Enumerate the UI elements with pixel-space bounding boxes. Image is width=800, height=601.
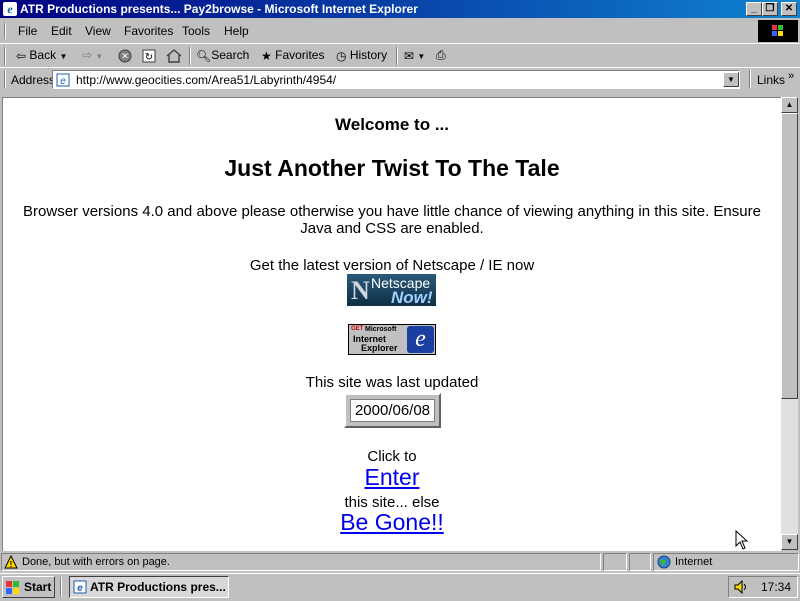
address-grip bbox=[4, 70, 6, 88]
netscape-n-logo: N bbox=[351, 276, 370, 305]
menu-view[interactable]: View bbox=[85, 24, 111, 38]
globe-icon bbox=[657, 555, 671, 572]
window-title: ATR Productions presents... Pay2browse -… bbox=[20, 2, 418, 16]
print-icon: ⎙ bbox=[436, 48, 446, 63]
refresh-icon[interactable]: ↻ bbox=[142, 48, 156, 63]
status-panel-empty bbox=[603, 553, 627, 571]
toolbar-grip bbox=[4, 47, 6, 65]
menu-file[interactable]: File bbox=[18, 24, 37, 38]
ie-logo-icon: e bbox=[407, 326, 434, 353]
status-message: Done, but with errors on page. bbox=[22, 556, 170, 568]
menu-grip bbox=[4, 23, 6, 39]
taskbar-task-ie[interactable]: e ATR Productions pres... bbox=[69, 576, 229, 598]
ie-app-icon: e bbox=[3, 2, 17, 16]
svg-text:e: e bbox=[60, 76, 66, 87]
ie-badge-explorer: Explorer bbox=[361, 343, 398, 353]
scroll-thumb[interactable] bbox=[781, 113, 798, 399]
enter-link[interactable]: Enter bbox=[365, 464, 420, 490]
updated-label: This site was last updated bbox=[305, 374, 479, 391]
toolbar-separator bbox=[189, 47, 191, 65]
address-url[interactable]: http://www.geocities.com/Area51/Labyrint… bbox=[76, 73, 336, 87]
windows-flag-icon bbox=[6, 581, 19, 594]
stop-icon[interactable]: ✕ bbox=[118, 48, 132, 63]
netscape-now-badge[interactable]: N Netscape Now! bbox=[347, 274, 436, 306]
updated-date: 2000/06/08 bbox=[350, 399, 435, 422]
back-arrow-icon: ⇦ bbox=[16, 48, 27, 63]
vertical-scrollbar[interactable]: ▲ ▼ bbox=[781, 97, 798, 550]
links-button[interactable]: Links bbox=[757, 73, 785, 87]
welcome-text: Welcome to ... bbox=[335, 115, 449, 134]
security-zone-panel: Internet bbox=[653, 553, 799, 571]
taskbar-grip bbox=[60, 577, 62, 597]
toolbar-separator bbox=[396, 47, 398, 65]
favorites-icon: ★ bbox=[261, 48, 272, 63]
browser-note-line1: Browser versions 4.0 and above please ot… bbox=[23, 203, 761, 220]
page-icon: e bbox=[56, 73, 70, 90]
menu-help[interactable]: Help bbox=[224, 24, 249, 38]
search-button[interactable]: 🔍︎Search bbox=[196, 48, 249, 63]
speaker-icon[interactable] bbox=[734, 579, 750, 597]
favorites-button[interactable]: ★ Favorites bbox=[261, 48, 324, 63]
windows-logo-icon bbox=[758, 20, 798, 42]
zone-label: Internet bbox=[675, 556, 713, 568]
divider bbox=[0, 43, 800, 44]
back-button[interactable]: ⇦ Back ▼ bbox=[16, 48, 67, 63]
print-button[interactable]: ⎙ bbox=[436, 48, 446, 63]
history-button[interactable]: ◷ History bbox=[336, 48, 387, 63]
updated-date-box: 2000/06/08 bbox=[344, 393, 441, 428]
back-dropdown-icon[interactable]: ▼ bbox=[59, 52, 67, 61]
scroll-up-button[interactable]: ▲ bbox=[781, 97, 798, 113]
svg-text:e: e bbox=[77, 583, 83, 594]
start-label: Start bbox=[24, 580, 52, 594]
search-icon: 🔍︎ bbox=[196, 48, 212, 63]
scroll-down-button[interactable]: ▼ bbox=[781, 534, 798, 550]
click-to-text: Click to bbox=[367, 448, 417, 465]
start-button[interactable]: Start bbox=[2, 576, 55, 598]
page-content: Welcome to ... Just Another Twist To The… bbox=[2, 97, 781, 551]
maximize-button[interactable]: ❐ bbox=[762, 2, 778, 16]
enter-link-wrap: Enter bbox=[3, 464, 781, 491]
menu-tools[interactable]: Tools bbox=[182, 24, 210, 38]
address-dropdown-icon[interactable]: ▼ bbox=[723, 72, 739, 87]
chevron-right-icon[interactable]: » bbox=[788, 70, 794, 82]
forward-button[interactable]: ⇨ ▼ bbox=[82, 48, 103, 62]
page-title: Just Another Twist To The Tale bbox=[224, 155, 560, 181]
warning-icon[interactable]: ! bbox=[4, 554, 18, 572]
links-grip bbox=[749, 70, 751, 88]
status-panel-empty bbox=[629, 553, 651, 571]
close-button[interactable]: ✕ bbox=[781, 2, 797, 16]
minimize-button[interactable]: _ bbox=[746, 2, 762, 16]
title-bar[interactable]: e ATR Productions presents... Pay2browse… bbox=[0, 0, 800, 18]
clock[interactable]: 17:34 bbox=[761, 580, 791, 594]
task-label: ATR Productions pres... bbox=[90, 580, 226, 594]
get-ie-badge[interactable]: GET Microsoft Internet Explorer e bbox=[348, 324, 436, 355]
address-label: Address bbox=[11, 73, 56, 87]
ie-task-icon: e bbox=[73, 580, 87, 597]
begone-link[interactable]: Be Gone!! bbox=[340, 509, 444, 535]
svg-text:✕: ✕ bbox=[121, 51, 129, 61]
netscape-badge-now: Now! bbox=[391, 288, 433, 306]
home-icon[interactable] bbox=[166, 48, 182, 63]
mail-button[interactable]: ✉ ▼ bbox=[404, 48, 425, 63]
ie-badge-get: GET bbox=[351, 326, 364, 332]
mail-icon: ✉ bbox=[404, 48, 415, 63]
mouse-cursor-icon bbox=[735, 530, 749, 550]
history-icon: ◷ bbox=[336, 48, 347, 63]
divider bbox=[0, 67, 800, 68]
system-tray: 17:34 bbox=[728, 576, 798, 598]
menu-edit[interactable]: Edit bbox=[51, 24, 72, 38]
menu-bar: File Edit View Favorites Tools Help bbox=[0, 20, 800, 42]
get-latest-text: Get the latest version of Netscape / IE … bbox=[249, 257, 535, 274]
svg-text:!: ! bbox=[10, 560, 13, 569]
browser-note-line2: Java and CSS are enabled. bbox=[300, 220, 484, 237]
menu-favorites[interactable]: Favorites bbox=[124, 24, 173, 38]
ie-badge-ms: Microsoft bbox=[365, 326, 397, 333]
status-message-panel: ! Done, but with errors on page. bbox=[1, 553, 601, 571]
svg-text:↻: ↻ bbox=[145, 52, 153, 63]
begone-link-wrap: Be Gone!! bbox=[3, 509, 781, 536]
